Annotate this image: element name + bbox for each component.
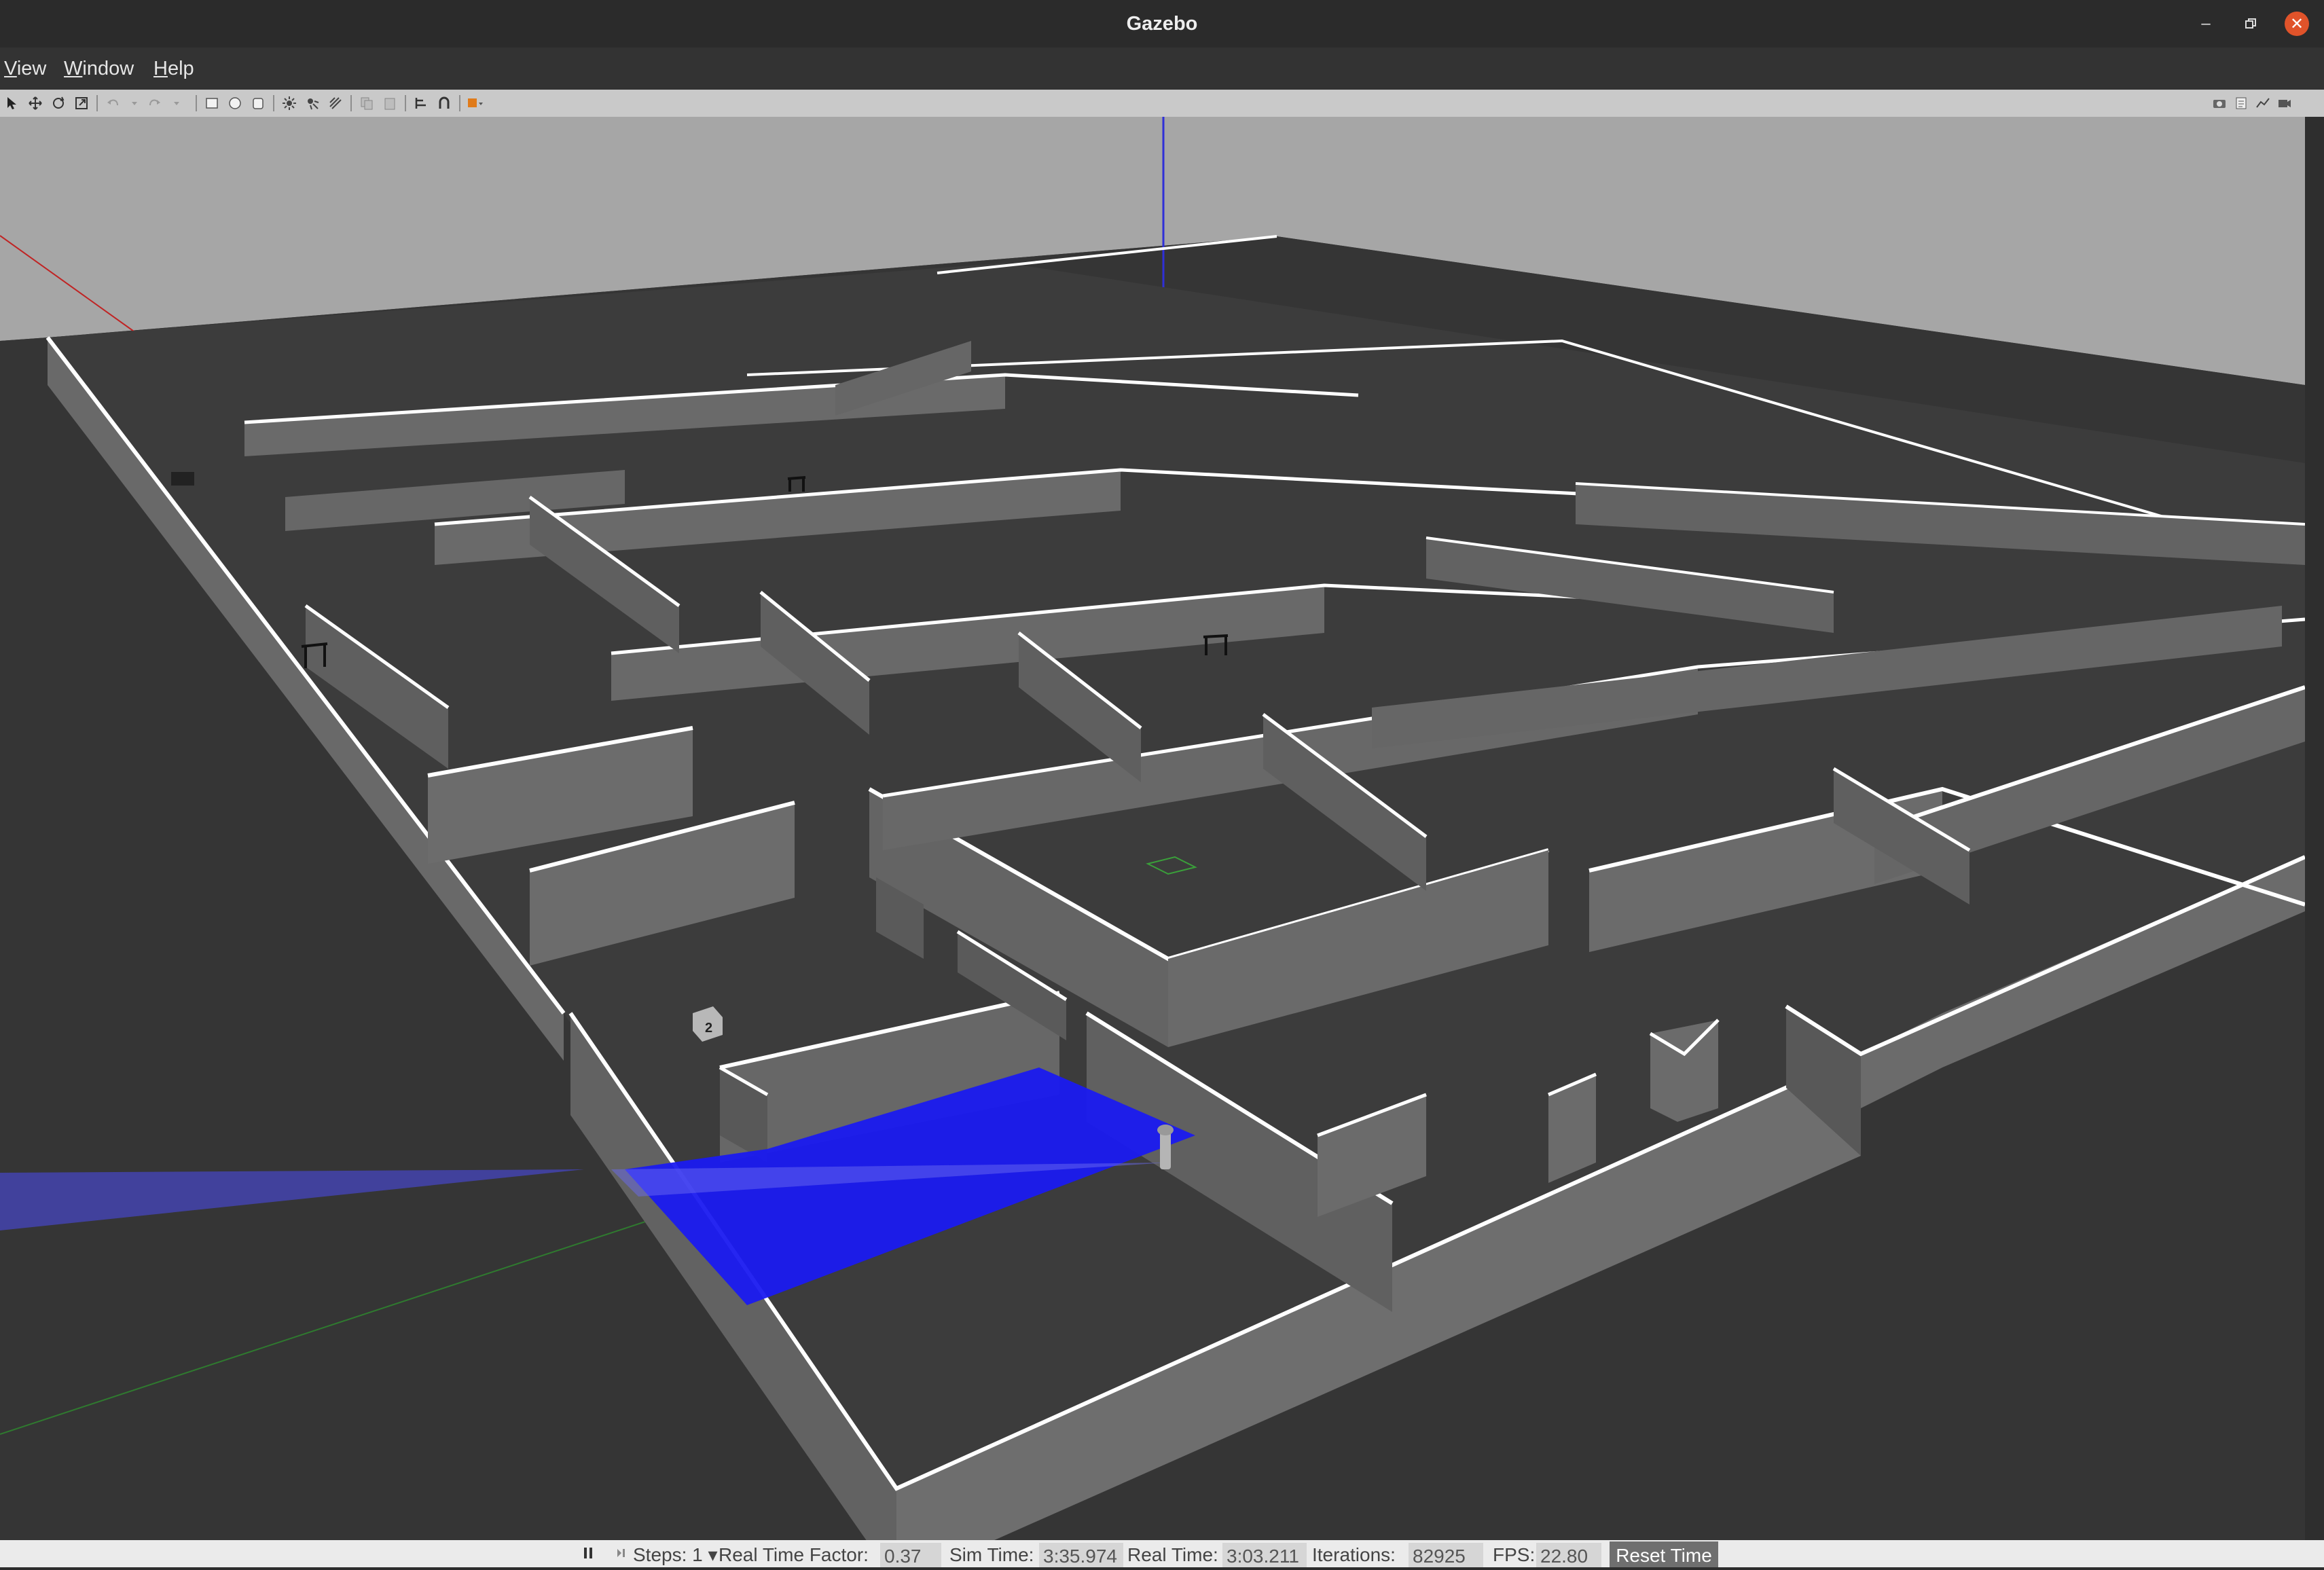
fps-value: 22.80 <box>1536 1543 1601 1567</box>
rotate-icon[interactable] <box>49 94 68 113</box>
copy-icon[interactable] <box>357 94 376 113</box>
select-arrow-icon[interactable] <box>3 94 22 113</box>
redo-icon[interactable] <box>145 94 164 113</box>
redo-dropdown-icon[interactable] <box>167 94 186 113</box>
status-bar: Steps: 1 ▾ Real Time Factor: 0.37 Sim Ti… <box>0 1540 2324 1567</box>
translate-icon[interactable] <box>26 94 45 113</box>
spot-light-icon[interactable] <box>303 94 322 113</box>
toolbar-separator <box>350 95 352 111</box>
window-title: Gazebo <box>1126 13 1198 35</box>
video-record-icon[interactable] <box>2275 94 2294 113</box>
toolbar-separator <box>459 95 460 111</box>
fps-label: FPS: <box>1493 1544 1536 1565</box>
scene-viewport[interactable]: 2 <box>0 117 2305 1540</box>
undo-dropdown-icon[interactable] <box>125 94 144 113</box>
restore-icon[interactable] <box>2238 12 2263 36</box>
screenshot-icon[interactable] <box>2210 94 2229 113</box>
marker-label: 2 <box>705 1021 712 1036</box>
iterations-value: 82925 <box>1409 1543 1483 1567</box>
sphere-shape-icon[interactable] <box>225 94 244 113</box>
log-icon[interactable] <box>2232 94 2251 113</box>
reset-time-button[interactable]: Reset Time <box>1610 1541 1718 1567</box>
align-icon[interactable] <box>412 94 431 113</box>
view-angle-icon[interactable] <box>466 94 485 113</box>
toolbar <box>0 90 2324 117</box>
real-time-value: 3:03.211 <box>1222 1543 1307 1567</box>
paste-icon[interactable] <box>380 94 399 113</box>
step-icon[interactable] <box>615 1540 629 1567</box>
minimize-icon[interactable]: – <box>2194 12 2218 36</box>
viewport-side-panel <box>2305 117 2324 1540</box>
plot-icon[interactable] <box>2253 94 2272 113</box>
scale-icon[interactable] <box>72 94 91 113</box>
directional-light-icon[interactable] <box>326 94 345 113</box>
close-icon[interactable]: ✕ <box>2285 12 2309 36</box>
box-shape-icon[interactable] <box>202 94 221 113</box>
scene-render: 2 <box>0 117 2305 1540</box>
sim-time-label: Sim Time: <box>949 1544 1034 1565</box>
toolbar-separator <box>196 95 197 111</box>
undo-icon[interactable] <box>103 94 122 113</box>
cylinder-shape-icon[interactable] <box>249 94 268 113</box>
toolbar-separator <box>405 95 406 111</box>
iterations-label: Iterations: <box>1312 1544 1396 1565</box>
point-light-icon[interactable] <box>280 94 299 113</box>
title-bar: Gazebo – ✕ <box>0 0 2324 48</box>
real-time-label: Real Time: <box>1127 1544 1218 1565</box>
box-object <box>171 472 194 486</box>
snap-icon[interactable] <box>435 94 454 113</box>
menu-view[interactable]: View <box>4 48 46 90</box>
menu-help[interactable]: Help <box>153 48 194 90</box>
toolbar-separator <box>273 95 274 111</box>
toolbar-separator <box>96 95 98 111</box>
rtf-value: 0.37 <box>880 1543 941 1567</box>
menu-window[interactable]: Window <box>64 48 134 90</box>
rtf-label: Real Time Factor: <box>719 1544 869 1565</box>
steps-selector[interactable]: Steps: 1 ▾ <box>633 1540 718 1567</box>
menu-bar: View Window Help <box>0 48 2324 90</box>
pause-icon[interactable] <box>581 1540 598 1567</box>
sim-time-value: 3:35.974 <box>1039 1543 1123 1567</box>
